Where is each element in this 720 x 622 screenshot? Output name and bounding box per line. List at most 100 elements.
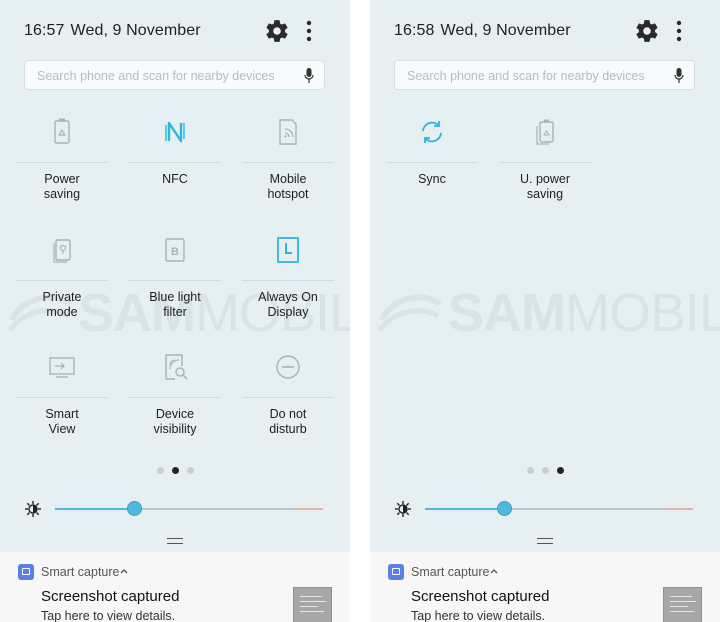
date-text: Wed, 9 November <box>440 22 571 39</box>
clock: 16:57 Wed, 9 November <box>24 22 201 40</box>
page-dot-active[interactable] <box>556 467 564 474</box>
search-placeholder: Search phone and scan for nearby devices <box>407 69 645 83</box>
tile-label: Device visibility <box>153 407 197 436</box>
microphone-icon[interactable] <box>304 68 314 84</box>
smart-capture-app-icon <box>388 564 404 580</box>
notification-subtitle: Tap here to view details. <box>411 609 546 622</box>
settings-gear-icon[interactable] <box>634 18 660 44</box>
tile-do-not-disturb[interactable]: Do not disturb <box>242 352 334 462</box>
notification-card[interactable]: Smart capture Screenshot captured Tap he… <box>0 552 350 622</box>
more-options-icon[interactable] <box>676 19 682 43</box>
watermark: SAMMOBILE <box>378 282 720 343</box>
chevron-up-icon[interactable] <box>119 567 129 575</box>
tile-divider <box>16 280 108 281</box>
always-on-display-icon <box>277 237 299 263</box>
tile-always-on-display[interactable]: Always On Display <box>242 235 334 345</box>
brightness-icon[interactable] <box>394 500 412 518</box>
device-visibility-icon <box>165 354 188 380</box>
tile-blue-light-filter[interactable]: B Blue light filter <box>129 235 221 345</box>
clock: 16:58 Wed, 9 November <box>394 22 571 40</box>
tile-divider <box>242 280 334 281</box>
smart-capture-app-icon <box>18 564 34 580</box>
tile-divider <box>16 397 108 398</box>
page-dot[interactable] <box>526 467 534 474</box>
brightness-icon[interactable] <box>24 500 42 518</box>
notification-title: Screenshot captured <box>411 588 550 605</box>
tile-label: Always On Display <box>258 290 318 319</box>
svg-text:B: B <box>171 246 179 258</box>
brightness-control[interactable] <box>394 498 696 520</box>
brightness-control[interactable] <box>24 498 326 520</box>
tile-divider <box>129 397 221 398</box>
screenshot-thumbnail[interactable] <box>293 587 332 622</box>
page-indicator <box>0 461 350 474</box>
tile-label: Smart View <box>45 407 79 436</box>
nfc-icon <box>165 121 185 143</box>
blue-light-filter-icon: B <box>165 238 185 262</box>
tile-label: Private mode <box>42 290 82 319</box>
tile-nfc[interactable]: NFC <box>129 117 221 227</box>
time-text: 16:58 <box>394 22 435 39</box>
tile-smart-view[interactable]: Smart View <box>16 352 108 462</box>
chevron-up-icon[interactable] <box>489 567 499 575</box>
tile-divider <box>242 162 334 163</box>
tile-label: Blue light filter <box>149 290 201 319</box>
tile-divider <box>242 397 334 398</box>
notification-title: Screenshot captured <box>41 588 180 605</box>
tile-sync[interactable]: Sync <box>386 117 478 227</box>
search-bar[interactable]: Search phone and scan for nearby devices <box>24 60 325 90</box>
tile-divider <box>129 162 221 163</box>
tile-label: NFC <box>162 172 188 186</box>
status-bar: 16:57 Wed, 9 November <box>24 18 334 44</box>
sync-icon <box>422 121 442 143</box>
power-saving-icon <box>54 118 70 144</box>
notification-app-name: Smart capture <box>41 565 120 579</box>
microphone-icon[interactable] <box>674 68 684 84</box>
tile-divider <box>386 162 478 163</box>
search-bar[interactable]: Search phone and scan for nearby devices <box>394 60 695 90</box>
drag-handle[interactable] <box>167 538 183 544</box>
notification-app-name: Smart capture <box>411 565 490 579</box>
tile-label: U. power saving <box>519 172 571 201</box>
brightness-slider-thumb[interactable] <box>497 501 513 516</box>
watermark-logo <box>378 294 442 332</box>
tile-mobile-hotspot[interactable]: Mobile hotspot <box>242 117 334 227</box>
tile-label: Mobile hotspot <box>267 172 309 201</box>
quick-panel-page-3: SAMMOBILE 16:58 Wed, 9 November Search ph… <box>370 0 720 622</box>
tile-private-mode[interactable]: Private mode <box>16 235 108 345</box>
smart-view-icon <box>49 357 75 378</box>
private-mode-icon <box>53 239 71 263</box>
page-dot[interactable] <box>156 467 164 474</box>
tile-ultra-power-saving[interactable]: U. power saving <box>499 117 591 227</box>
brightness-fill <box>55 508 135 510</box>
tile-device-visibility[interactable]: Device visibility <box>129 352 221 462</box>
tile-divider <box>129 280 221 281</box>
search-placeholder: Search phone and scan for nearby devices <box>37 69 275 83</box>
date-text: Wed, 9 November <box>70 22 201 39</box>
page-dot-active[interactable] <box>171 467 179 474</box>
status-bar: 16:58 Wed, 9 November <box>394 18 704 44</box>
mobile-hotspot-icon <box>279 119 297 145</box>
brightness-warning-zone <box>665 508 693 510</box>
settings-gear-icon[interactable] <box>264 18 290 44</box>
brightness-slider-thumb[interactable] <box>127 501 143 516</box>
page-dot[interactable] <box>541 467 549 474</box>
quick-panel-page-1: SAMMOBILE 16:57Wed, 9 November Search ph… <box>0 0 350 622</box>
ultra-power-saving-icon <box>536 119 554 145</box>
screenshot-thumbnail[interactable] <box>663 587 702 622</box>
more-options-icon[interactable] <box>306 19 312 43</box>
page-indicator <box>370 461 720 474</box>
page-dot[interactable] <box>186 467 194 474</box>
tile-divider <box>16 162 108 163</box>
tile-label: Power saving <box>43 172 81 201</box>
do-not-disturb-icon <box>276 355 300 379</box>
tile-label: Sync <box>418 172 446 186</box>
tile-power-saving[interactable]: Power saving <box>16 117 108 227</box>
brightness-fill <box>425 508 505 510</box>
drag-handle[interactable] <box>537 538 553 544</box>
tile-label: Do not disturb <box>269 407 307 436</box>
notification-card[interactable]: Smart capture Screenshot captured Tap he… <box>370 552 720 622</box>
notification-subtitle: Tap here to view details. <box>41 609 176 622</box>
time-text: 16:57 <box>24 22 65 39</box>
tile-divider <box>499 162 591 163</box>
